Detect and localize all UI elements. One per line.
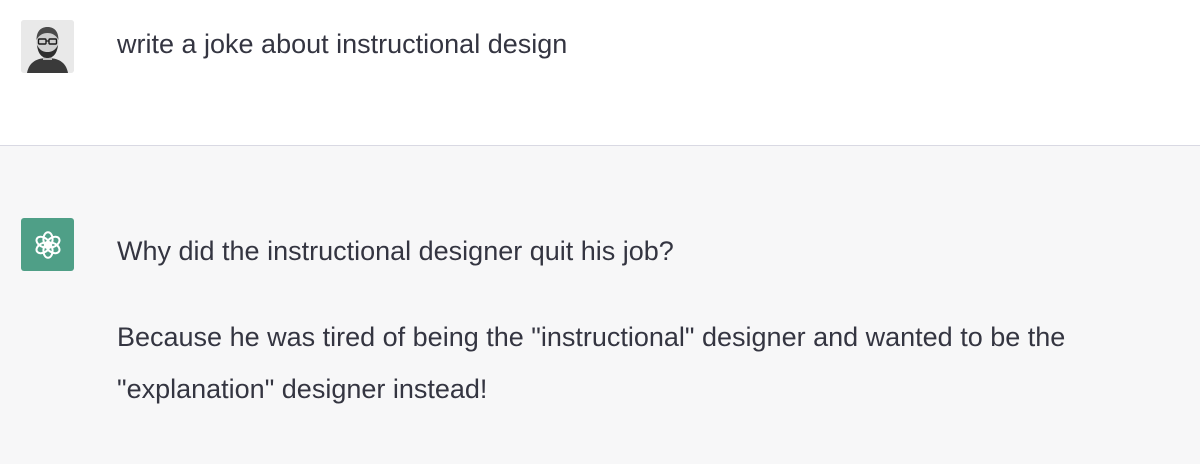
chat-page: write a joke about instructional design … [0, 0, 1200, 464]
assistant-message-row: Why did the instructional designer quit … [0, 146, 1200, 464]
assistant-paragraph-punchline: Because he was tired of being the "instr… [117, 322, 1066, 404]
assistant-avatar [21, 218, 74, 271]
user-message-row: write a joke about instructional design [0, 0, 1200, 146]
user-avatar [21, 20, 74, 73]
openai-logo-icon [34, 230, 61, 259]
user-message-text: write a joke about instructional design [117, 29, 568, 59]
assistant-message-text: Why did the instructional designer quit … [117, 225, 1167, 415]
user-photo-avatar-icon [21, 20, 74, 73]
assistant-paragraph-question: Why did the instructional designer quit … [117, 236, 674, 266]
